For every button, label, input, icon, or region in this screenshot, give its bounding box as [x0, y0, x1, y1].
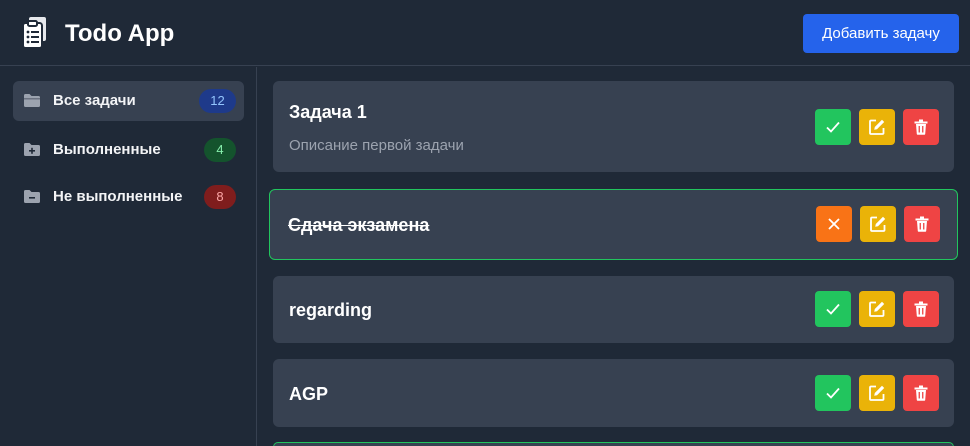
folder-open-icon [24, 94, 40, 107]
trash-icon [914, 301, 928, 317]
trash-icon [915, 216, 929, 232]
app-header: Todo App Добавить задачу [0, 0, 970, 66]
folder-plus-icon [24, 143, 40, 156]
app-title: Todo App [65, 20, 175, 47]
task-card: Задача 1 Описание первой задачи [273, 81, 954, 172]
sidebar-item-all-tasks[interactable]: Все задачи 12 [13, 81, 244, 121]
sidebar-item-label: Все задачи [53, 92, 136, 109]
sidebar-item-completed[interactable]: Выполненные 4 [13, 130, 244, 170]
folder-minus-icon [24, 190, 40, 203]
count-badge: 4 [204, 138, 236, 162]
task-card-completed: Сдача экзамена [269, 189, 958, 260]
complete-button[interactable] [815, 109, 851, 145]
delete-button[interactable] [903, 375, 939, 411]
sidebar-item-not-completed[interactable]: Не выполненные 8 [13, 177, 244, 217]
count-badge: 8 [204, 185, 236, 209]
close-icon [828, 218, 840, 230]
sidebar: Все задачи 12 Выполненные 4 Не выполненн… [0, 67, 257, 446]
complete-button[interactable] [815, 291, 851, 327]
add-task-button[interactable]: Добавить задачу [803, 14, 959, 53]
count-badge: 12 [199, 89, 236, 113]
edit-button[interactable] [859, 375, 895, 411]
check-icon [826, 121, 840, 133]
task-card: AGP [273, 359, 954, 427]
delete-button[interactable] [904, 206, 940, 242]
task-card: regarding [273, 276, 954, 343]
sidebar-item-label: Выполненные [53, 141, 161, 158]
task-title: regarding [289, 300, 373, 320]
delete-button[interactable] [903, 109, 939, 145]
check-icon [826, 387, 840, 399]
task-description: Описание первой задачи [289, 137, 464, 154]
edit-button[interactable] [859, 109, 895, 145]
edit-icon [870, 216, 886, 232]
delete-button[interactable] [903, 291, 939, 327]
edit-icon [869, 301, 885, 317]
trash-icon [914, 385, 928, 401]
undo-button[interactable] [816, 206, 852, 242]
sidebar-item-label: Не выполненные [53, 188, 183, 205]
edit-button[interactable] [860, 206, 896, 242]
complete-button[interactable] [815, 375, 851, 411]
trash-icon [914, 119, 928, 135]
task-title: Задача 1 [289, 102, 367, 122]
task-card-partial [273, 442, 954, 446]
clipboard-list-icon [22, 17, 46, 49]
edit-button[interactable] [859, 291, 895, 327]
task-title: AGP [289, 384, 329, 404]
task-title: Сдача экзамена [288, 215, 430, 235]
edit-icon [869, 385, 885, 401]
edit-icon [869, 119, 885, 135]
check-icon [826, 303, 840, 315]
